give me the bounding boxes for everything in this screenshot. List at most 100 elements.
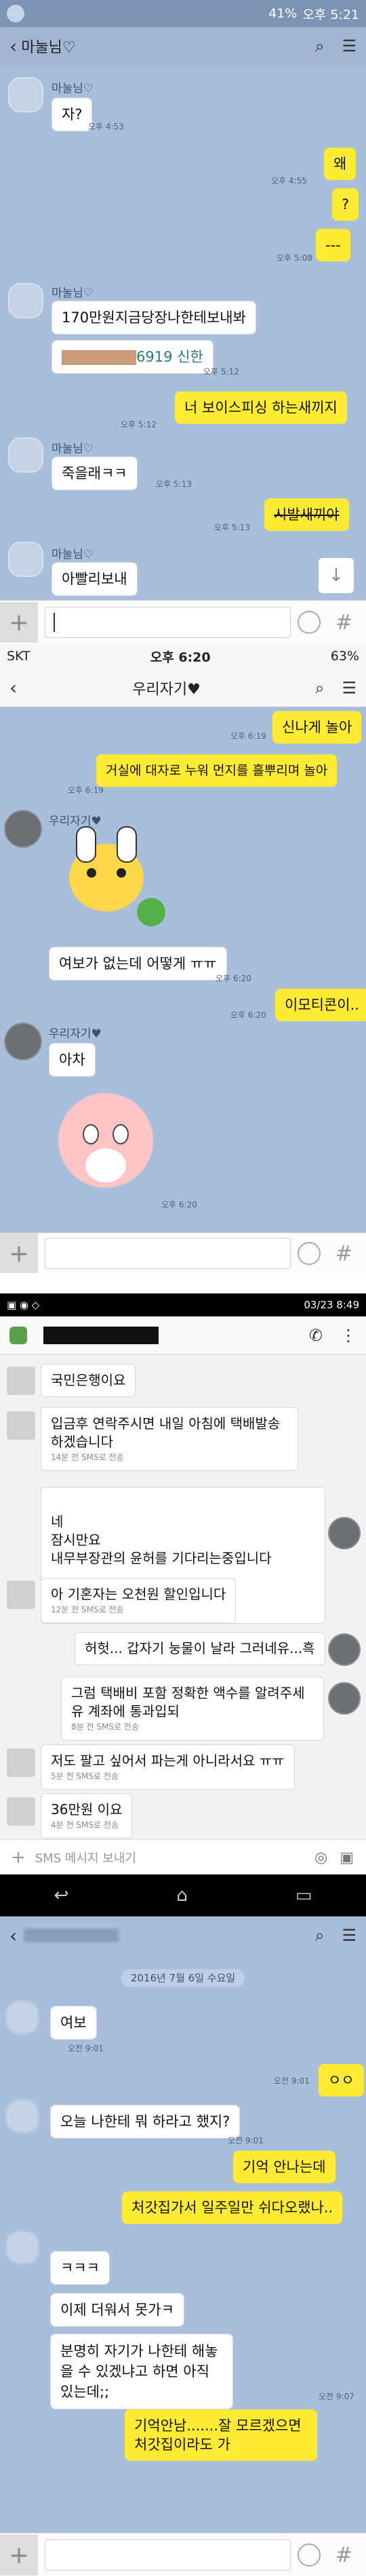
search-icon[interactable]: ⌕ [315,679,324,697]
hash-icon[interactable]: # [336,2543,352,2567]
avatar[interactable] [7,1797,35,1826]
message-time: 오후 6:20 [216,974,251,983]
emoticon-icon[interactable] [297,1242,321,1265]
sms-input[interactable]: SMS 메시지 보내기 [35,1849,314,1866]
add-icon[interactable]: + [11,1847,26,1868]
sms-text: 입금후 연락주시면 내일 아침에 택배발송하겠습니다 [51,1415,281,1450]
message-time: 오전 9:01 [68,2044,104,2053]
sms-bubble: 아 기혼자는 오천원 할인입니다 12분 전 SMS로 전송 [41,1578,237,1623]
avatar[interactable] [8,437,43,473]
notification-icons: ▣ ◉ ◇ [7,1299,40,1311]
sms-meta: 14분 전 SMS로 전송 [51,1453,124,1462]
message-input[interactable] [45,2539,291,2571]
message-time: 오후 4:55 [271,176,307,186]
message-input[interactable] [45,1238,291,1269]
sms-text: 아 기혼자는 오천원 할인입니다 [51,1586,226,1602]
avatar[interactable] [8,283,43,318]
avatar[interactable] [8,542,43,577]
back-icon[interactable]: ‹ [9,35,17,58]
message-time: 오후 5:08 [277,253,312,263]
sms-meta: 5분 전 SMS로 전송 [51,1772,119,1781]
message-time: 오후 5:12 [203,367,239,377]
home-nav-icon[interactable]: ⌂ [176,1885,188,1906]
message-bubble: 이모티콘이.. [275,989,366,1021]
plus-button[interactable]: + [0,1233,38,1274]
message-time: 오후 6:20 [230,1010,266,1020]
location-icon[interactable]: ◎ [314,1849,327,1866]
avatar[interactable] [7,2232,38,2263]
avatar[interactable] [7,2002,38,2033]
message-bubble-icon[interactable] [9,1326,27,1344]
message-bubble: 이제 더워서 못가ㅋ [50,2293,184,2327]
avatar[interactable] [7,1748,35,1777]
avatar[interactable] [328,1682,361,1715]
back-nav-icon[interactable]: ↩ [54,1885,69,1906]
sender-name: 우리자기♥ [49,1027,102,1041]
menu-icon[interactable]: ☰ [342,37,357,56]
message-time: 오전 9:01 [274,2076,310,2086]
search-icon[interactable]: ⌕ [315,37,324,56]
sms-meta: 12분 전 SMS로 전송 [51,1605,124,1614]
avatar[interactable] [4,1023,42,1060]
panel-chat-2: SKT 오후 6:20 63% ‹ 우리자기♥ ⌕ ☰ 오후 6:19 신나게 놀… [0,643,366,1293]
avatar[interactable] [7,1411,35,1440]
sender-name: 우리자기♥ [49,815,102,828]
camera-icon[interactable]: ▣ [340,1849,354,1866]
sms-bubble: 입금후 연락주시면 내일 아침에 택배발송하겠습니다 14분 전 SMS로 전송 [41,1407,298,1471]
avatar[interactable] [4,810,42,848]
menu-icon[interactable]: ☰ [342,1926,357,1945]
message-text: 분명히 자기가 나한테 해놓을 수 있겠냐고 하면 아직 있는데;; [60,2343,218,2400]
panel-chat-1: 41% 오후 5:21 ‹ 마눌님♡ ⌕ ☰ 마눌님♡ 자? 오후 4:53 오후… [0,0,366,643]
message-bubble: ? [332,188,359,221]
message-input[interactable] [45,607,291,638]
emoticon-icon[interactable] [297,2543,321,2567]
scroll-down-button[interactable]: ↓ [319,558,354,593]
sticker-emoticon [45,1083,174,1202]
avatar[interactable] [328,1633,361,1666]
menu-icon[interactable]: ⋮ [340,1326,357,1345]
sms-text: 그럼 택배비 포함 정확한 액수를 알려주세유 계좌에 통과입되 [71,1685,305,1719]
divider [0,1273,366,1293]
message-bubble: 6919 신한 [52,340,214,374]
message-bubble: 아차 [49,1043,96,1077]
recent-apps-icon[interactable]: ▭ [296,1885,312,1906]
chat-title: 우리자기♥ [132,681,201,698]
battery-text: 41% [268,6,298,21]
sms-bubble: 저도 팔고 싶어서 파는게 아니라서요 ㅠㅠ 5분 전 SMS로 전송 [41,1744,295,1790]
back-icon[interactable]: ‹ [9,677,17,699]
input-bar: + # [0,600,366,643]
sms-text: 네 잠시만요 내무부장관의 윤허를 기다리는중입니다 [51,1514,272,1566]
back-icon[interactable]: ‹ [9,1925,17,1947]
avatar[interactable] [8,77,43,112]
date-divider: 2016년 7월 6일 수요일 [0,1969,366,1987]
redacted-block [62,350,136,365]
message-bubble: 기억안남.......잘 모르겠으면 처갓집이라도 가 [125,2409,317,2461]
menu-icon[interactable]: ☰ [342,679,357,697]
status-time: 오후 5:21 [302,7,359,22]
avatar[interactable] [7,2101,38,2132]
message-bubble: 여보 [50,2006,97,2040]
message-bubble: 분명히 자기가 나한테 해놓을 수 있겠냐고 하면 아직 있는데;; [50,2334,233,2409]
status-bar: ▣ ◉ ◇ 03/23 8:49 [0,1293,366,1316]
message-time: 오전 9:07 [319,2392,354,2401]
search-icon[interactable]: ⌕ [315,1926,324,1945]
avatar[interactable] [7,1367,35,1395]
hash-icon[interactable]: # [336,1242,352,1266]
sms-text: 허헛... 갑자기 눙물이 날라 그러네유...흑 [85,1640,315,1656]
app-icon [7,5,24,22]
plus-button[interactable]: + [0,602,38,643]
emoticon-icon[interactable] [297,611,321,634]
message-bubble: 신나게 놀아 [272,711,362,744]
avatar[interactable] [328,1517,361,1549]
phone-icon[interactable]: ✆ [309,1326,323,1345]
message-bubble: 아빨리보내 [52,562,138,596]
avatar[interactable] [7,1581,35,1609]
message-bubble: --- [316,229,350,261]
sender-name: 마눌님♡ [52,442,94,456]
plus-button[interactable]: + [0,2535,38,2575]
message-bubble: 오늘 나한테 뭐 하라고 했지? [50,2105,241,2139]
carrier: SKT [7,649,30,664]
hash-icon[interactable]: # [336,611,352,635]
status-time: 오후 6:20 [150,649,211,665]
chat-header: ‹ 우리자기♥ ⌕ ☰ [0,669,366,707]
